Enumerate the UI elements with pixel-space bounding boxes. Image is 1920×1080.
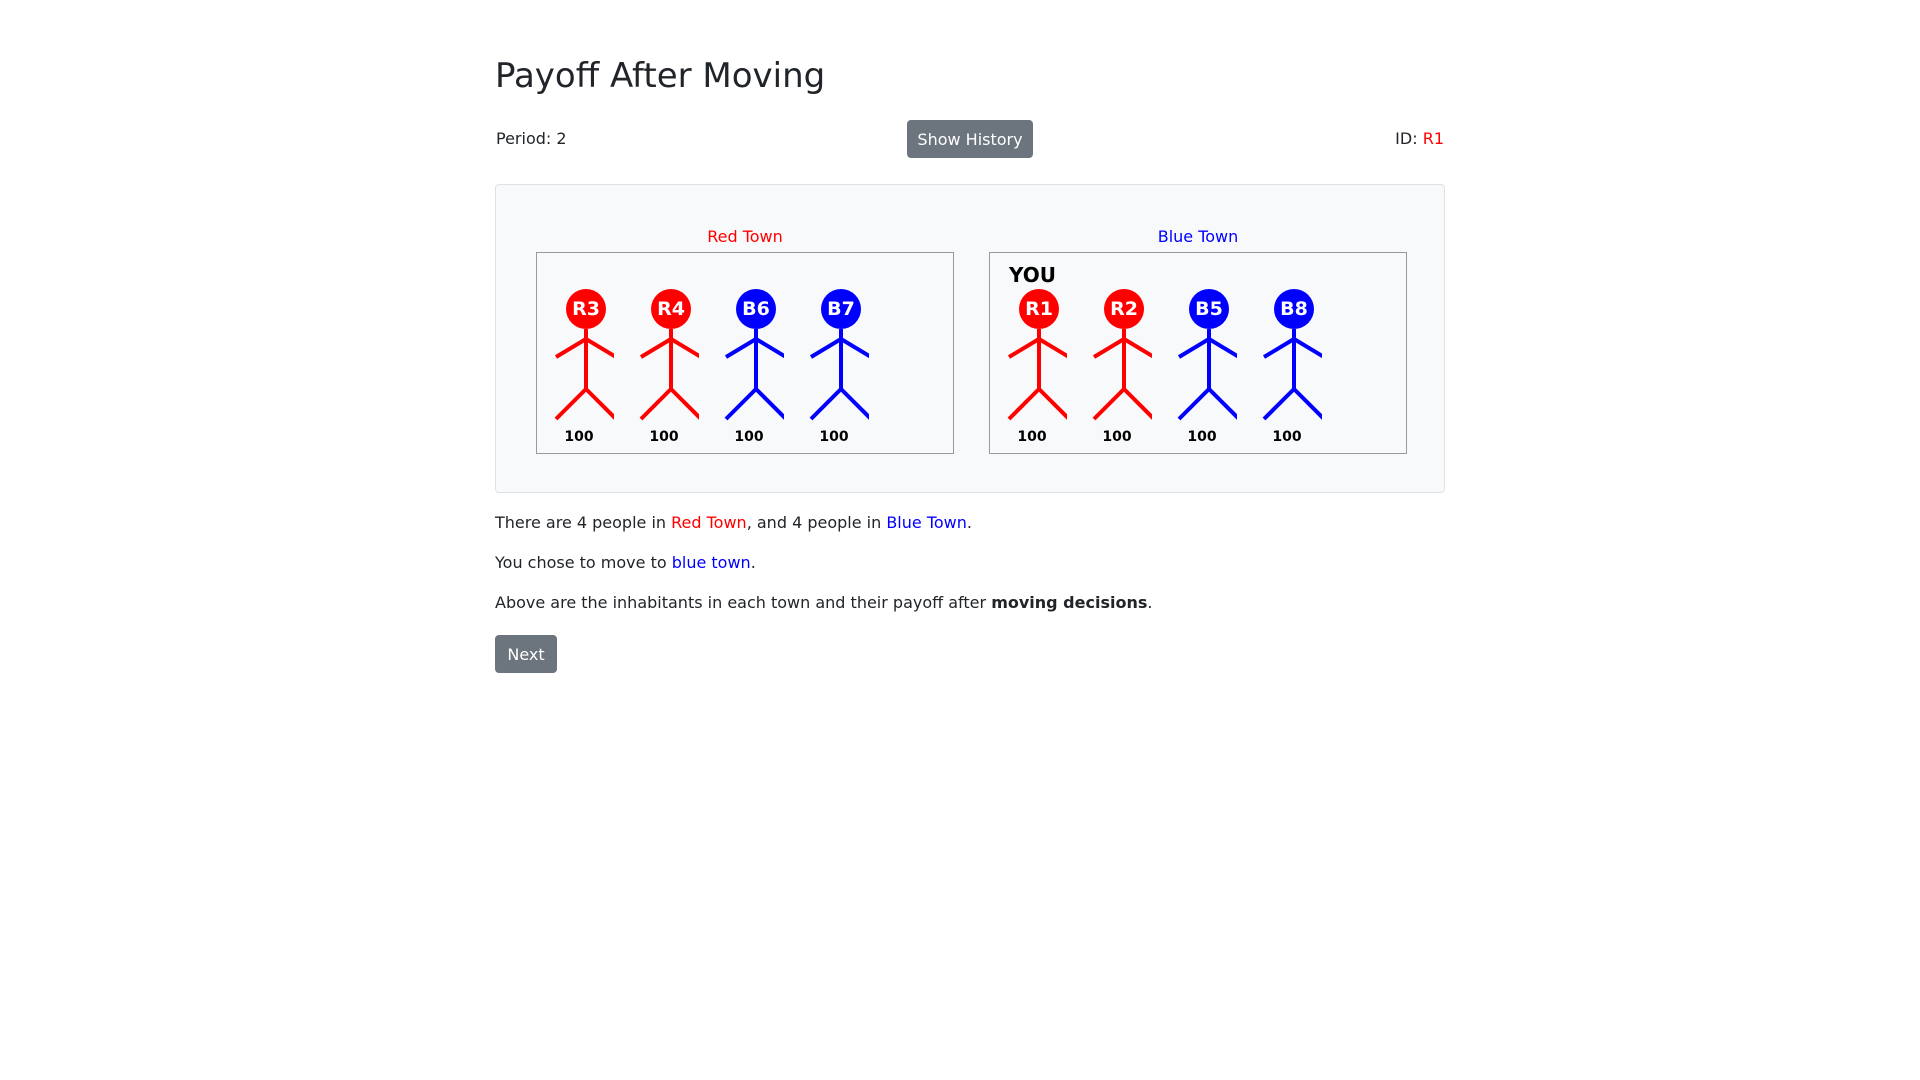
figure-limb bbox=[724, 387, 758, 421]
figure-limb bbox=[1122, 387, 1152, 420]
period-label: Period: bbox=[496, 129, 552, 148]
move-choice-text: You chose to move to blue town. bbox=[495, 553, 756, 572]
person-id: R1 bbox=[1025, 298, 1053, 320]
bold-text: moving decisions bbox=[991, 593, 1148, 612]
figure-limb bbox=[754, 337, 784, 359]
text-segment: . bbox=[750, 553, 756, 572]
person-figure: R3 100 bbox=[544, 289, 614, 449]
blue-town-mention: Blue Town bbox=[886, 513, 967, 532]
person-payoff: 100 bbox=[819, 429, 849, 445]
person-payoff: 100 bbox=[1187, 429, 1217, 445]
person-id: R3 bbox=[572, 298, 600, 320]
person-id: B8 bbox=[1280, 298, 1308, 320]
text-segment: You chose to move to bbox=[495, 553, 672, 572]
figure-limb bbox=[1262, 337, 1296, 359]
figure-limb bbox=[669, 337, 699, 359]
page-title: Payoff After Moving bbox=[495, 56, 826, 96]
id-value: R1 bbox=[1422, 129, 1444, 148]
figure-limb bbox=[809, 337, 843, 359]
person-id: R4 bbox=[657, 298, 685, 320]
towns-card: Red Town R3 100 R4 100 B6 100 B7 100 Blu… bbox=[495, 184, 1445, 493]
figure-limb bbox=[809, 387, 843, 421]
text-segment: There are 4 people in bbox=[495, 513, 672, 532]
person-figure: B7 100 bbox=[799, 289, 869, 449]
figure-limb bbox=[669, 387, 699, 420]
period-value: 2 bbox=[556, 129, 567, 148]
figure-limb bbox=[639, 337, 673, 359]
figure-limb bbox=[554, 337, 588, 359]
blue-town-panel: Blue Town YOU R1 100 R2 100 B5 100 B8 10… bbox=[989, 227, 1407, 454]
town-population-text: There are 4 people in Red Town, and 4 pe… bbox=[495, 513, 972, 532]
figure-limb bbox=[1262, 387, 1296, 421]
person-payoff: 100 bbox=[564, 429, 594, 445]
figure-limb bbox=[1037, 337, 1067, 359]
figure-limb bbox=[554, 387, 588, 421]
next-button[interactable]: Next bbox=[495, 635, 557, 673]
figure-limb bbox=[1292, 337, 1322, 359]
figure-limb bbox=[1092, 337, 1126, 359]
figure-limb bbox=[724, 337, 758, 359]
person-figure: R1 100 bbox=[997, 289, 1067, 449]
person-id: B7 bbox=[827, 298, 855, 320]
person-figure: B6 100 bbox=[714, 289, 784, 449]
figure-limb bbox=[1007, 337, 1041, 359]
person-figure: B8 100 bbox=[1252, 289, 1322, 449]
figure-limb bbox=[584, 387, 614, 420]
figure-limb bbox=[754, 387, 784, 420]
person-figure: R2 100 bbox=[1082, 289, 1152, 449]
text-segment: . bbox=[1147, 593, 1153, 612]
figure-limb bbox=[1122, 337, 1152, 359]
figure-limb bbox=[839, 337, 869, 359]
text-segment: Above are the inhabitants in each town a… bbox=[495, 593, 992, 612]
person-figure: B5 100 bbox=[1167, 289, 1237, 449]
person-payoff: 100 bbox=[1102, 429, 1132, 445]
figure-limb bbox=[1207, 387, 1237, 420]
red-town-label: Red Town bbox=[707, 227, 783, 246]
figure-limb bbox=[1037, 387, 1067, 420]
figure-limb bbox=[1292, 387, 1322, 420]
red-town-box: R3 100 R4 100 B6 100 B7 100 bbox=[536, 252, 954, 454]
red-town-panel: Red Town R3 100 R4 100 B6 100 B7 100 bbox=[536, 227, 954, 454]
figure-limb bbox=[1207, 337, 1237, 359]
show-history-button[interactable]: Show History bbox=[907, 120, 1033, 158]
person-id: B6 bbox=[742, 298, 770, 320]
figure-limb bbox=[1177, 337, 1211, 359]
figure-limb bbox=[639, 387, 673, 421]
text-segment: , and 4 people in bbox=[746, 513, 887, 532]
person-id: B5 bbox=[1195, 298, 1223, 320]
figure-limb bbox=[584, 337, 614, 359]
period-indicator: Period: 2 bbox=[496, 129, 567, 148]
info-row: Period: 2 Show History ID: R1 bbox=[495, 120, 1445, 158]
person-payoff: 100 bbox=[649, 429, 679, 445]
blue-town-label: Blue Town bbox=[1157, 227, 1239, 246]
payoff-explanation-text: Above are the inhabitants in each town a… bbox=[495, 593, 1152, 612]
figure-limb bbox=[839, 387, 869, 420]
chosen-town-mention: blue town bbox=[671, 553, 751, 572]
red-town-mention: Red Town bbox=[671, 513, 747, 532]
person-payoff: 100 bbox=[1272, 429, 1302, 445]
person-payoff: 100 bbox=[734, 429, 764, 445]
figure-limb bbox=[1177, 387, 1211, 421]
text-segment: . bbox=[966, 513, 972, 532]
person-id: R2 bbox=[1110, 298, 1138, 320]
you-label: YOU bbox=[1009, 263, 1057, 287]
player-id: ID: R1 bbox=[1395, 129, 1444, 148]
figure-limb bbox=[1007, 387, 1041, 421]
blue-town-box: YOU R1 100 R2 100 B5 100 B8 100 bbox=[989, 252, 1407, 454]
id-label: ID: bbox=[1395, 129, 1418, 148]
person-figure: R4 100 bbox=[629, 289, 699, 449]
person-payoff: 100 bbox=[1017, 429, 1047, 445]
figure-limb bbox=[1092, 387, 1126, 421]
